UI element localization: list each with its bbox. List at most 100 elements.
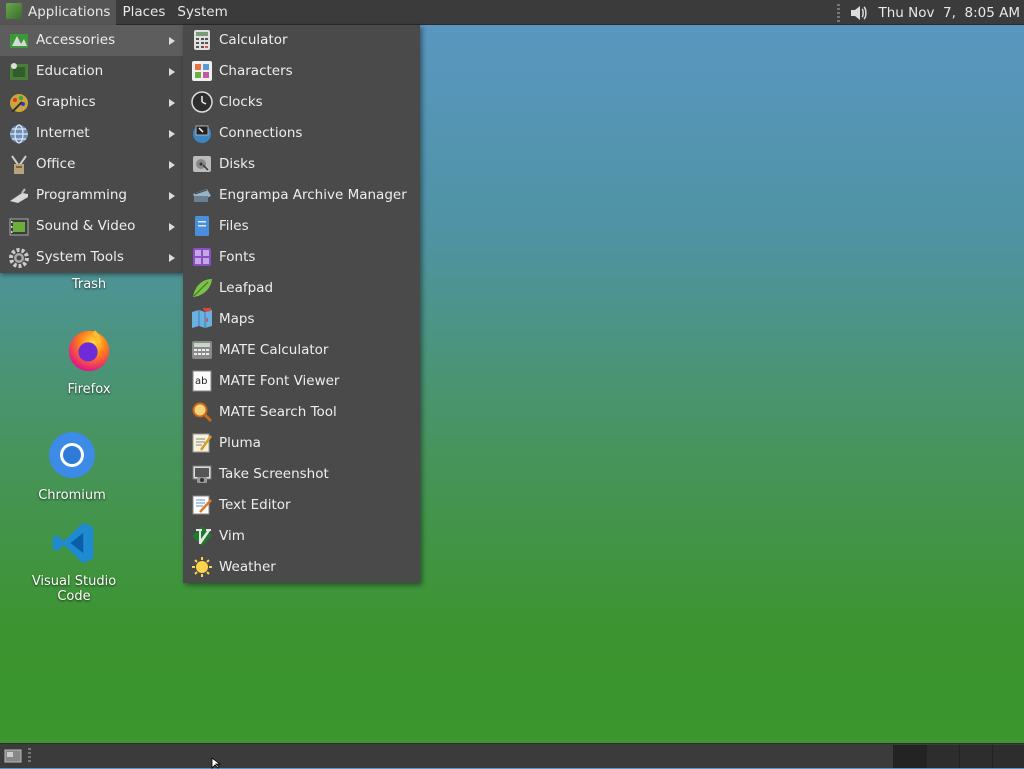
- internet-icon: [10, 124, 28, 144]
- programming-icon: [10, 188, 28, 203]
- category-accessories[interactable]: Accessories: [0, 25, 183, 56]
- vscode-icon: [52, 522, 94, 564]
- clock[interactable]: Thu Nov 7, 8:05 AM: [878, 5, 1020, 21]
- applications-logo-icon: [6, 3, 22, 19]
- archive-manager-icon: [193, 189, 211, 202]
- menu-item-calculator[interactable]: Calculator: [183, 25, 420, 56]
- category-label: Accessories: [36, 32, 116, 48]
- bottom-panel: [0, 743, 1024, 768]
- submenu-arrow-icon: [169, 68, 175, 76]
- menu-item-leafpad[interactable]: Leafpad: [183, 273, 420, 304]
- mate-calculator-icon: [192, 341, 212, 359]
- disks-icon: [193, 156, 211, 172]
- menu-item-label: Maps: [219, 311, 255, 327]
- submenu-arrow-icon: [169, 223, 175, 231]
- show-desktop-icon[interactable]: [4, 748, 22, 764]
- fonts-icon: [193, 248, 211, 266]
- menu-item-label: Characters: [219, 63, 293, 79]
- category-education[interactable]: Education: [0, 56, 183, 87]
- desktop-icon-trash[interactable]: Trash: [58, 277, 120, 292]
- accessories-icon: [10, 34, 28, 48]
- menu-item-label: Files: [219, 218, 249, 234]
- submenu-arrow-icon: [169, 192, 175, 200]
- leafpad-icon: [193, 279, 212, 297]
- menu-item-mate-font-viewer[interactable]: ab MATE Font Viewer: [183, 366, 420, 397]
- menu-item-label: Leafpad: [219, 280, 274, 296]
- menu-item-engrampa[interactable]: Engrampa Archive Manager: [183, 180, 420, 211]
- menu-item-take-screenshot[interactable]: Take Screenshot: [183, 459, 420, 490]
- menu-item-label: Calculator: [219, 32, 288, 48]
- top-panel: Applications Places System Thu Nov 7, 8:…: [0, 0, 1024, 25]
- system-menu[interactable]: System: [171, 0, 233, 25]
- sound-video-icon: [9, 218, 29, 236]
- chromium-label: Chromium: [38, 488, 106, 503]
- category-internet[interactable]: Internet: [0, 118, 183, 149]
- menu-item-vim[interactable]: Vim: [183, 521, 420, 552]
- system-tools-icon: [9, 248, 29, 268]
- menu-item-fonts[interactable]: Fonts: [183, 242, 420, 273]
- connections-icon: [193, 125, 211, 143]
- category-system-tools[interactable]: System Tools: [0, 242, 183, 273]
- menu-item-label: Vim: [219, 528, 245, 544]
- category-graphics[interactable]: Graphics: [0, 87, 183, 118]
- menu-item-pluma[interactable]: Pluma: [183, 428, 420, 459]
- vscode-label: Visual Studio Code: [31, 574, 117, 604]
- workspace-4[interactable]: [992, 745, 1024, 768]
- category-label: Sound & Video: [36, 218, 136, 234]
- weather-icon: [192, 557, 212, 577]
- system-tray: Thu Nov 7, 8:05 AM: [837, 0, 1024, 25]
- menu-item-label: Take Screenshot: [219, 466, 329, 482]
- volume-icon[interactable]: [848, 3, 868, 23]
- category-label: Graphics: [36, 94, 96, 110]
- places-menu[interactable]: Places: [116, 0, 171, 25]
- menu-item-mate-search-tool[interactable]: MATE Search Tool: [183, 397, 420, 428]
- applications-menu-label: Applications: [28, 4, 111, 20]
- clocks-icon: [191, 91, 213, 113]
- panel-handle: [28, 748, 31, 764]
- desktop-icon-firefox[interactable]: Firefox: [55, 326, 123, 397]
- font-viewer-icon: ab: [192, 370, 212, 392]
- menu-item-label: MATE Search Tool: [219, 404, 337, 420]
- menu-item-label: Disks: [219, 156, 256, 172]
- category-sound-video[interactable]: Sound & Video: [0, 211, 183, 242]
- mouse-cursor-icon: [211, 757, 222, 769]
- workspace-1[interactable]: [893, 745, 926, 768]
- menu-bar: Applications Places System: [0, 0, 234, 25]
- submenu-arrow-icon: [169, 254, 175, 262]
- menu-item-mate-calculator[interactable]: MATE Calculator: [183, 335, 420, 366]
- menu-item-files[interactable]: Files: [183, 211, 420, 242]
- applications-menu[interactable]: Applications: [0, 0, 117, 25]
- office-icon: [11, 155, 27, 174]
- menu-item-characters[interactable]: Characters: [183, 56, 420, 87]
- menu-item-disks[interactable]: Disks: [183, 149, 420, 180]
- firefox-label: Firefox: [67, 382, 111, 397]
- menu-item-weather[interactable]: Weather: [183, 552, 420, 583]
- menu-item-label: MATE Font Viewer: [219, 373, 340, 389]
- workspace-3[interactable]: [959, 745, 992, 768]
- category-label: Internet: [36, 125, 90, 141]
- category-label: System Tools: [36, 249, 124, 265]
- category-programming[interactable]: Programming: [0, 180, 183, 211]
- screenshot-icon: [192, 465, 212, 483]
- desktop-icon-chromium[interactable]: Chromium: [36, 430, 108, 503]
- firefox-icon: [68, 330, 110, 372]
- menu-item-label: Clocks: [219, 94, 263, 110]
- svg-text:ab: ab: [195, 376, 207, 387]
- files-icon: [195, 216, 209, 236]
- menu-item-text-editor[interactable]: Text Editor: [183, 490, 420, 521]
- characters-icon: [192, 61, 212, 81]
- desktop-icon-vscode[interactable]: Visual Studio Code: [14, 520, 134, 604]
- menu-item-clocks[interactable]: Clocks: [183, 87, 420, 118]
- graphics-icon: [10, 94, 28, 113]
- submenu-arrow-icon: [169, 99, 175, 107]
- category-office[interactable]: Office: [0, 149, 183, 180]
- menu-item-connections[interactable]: Connections: [183, 118, 420, 149]
- menu-item-maps[interactable]: Maps: [183, 304, 420, 335]
- category-label: Education: [36, 63, 104, 79]
- menu-item-label: Text Editor: [219, 497, 291, 513]
- trash-label: Trash: [71, 277, 107, 292]
- calculator-icon: [194, 30, 210, 50]
- workspace-2[interactable]: [926, 745, 959, 768]
- menu-item-label: MATE Calculator: [219, 342, 329, 358]
- category-label: Office: [36, 156, 76, 172]
